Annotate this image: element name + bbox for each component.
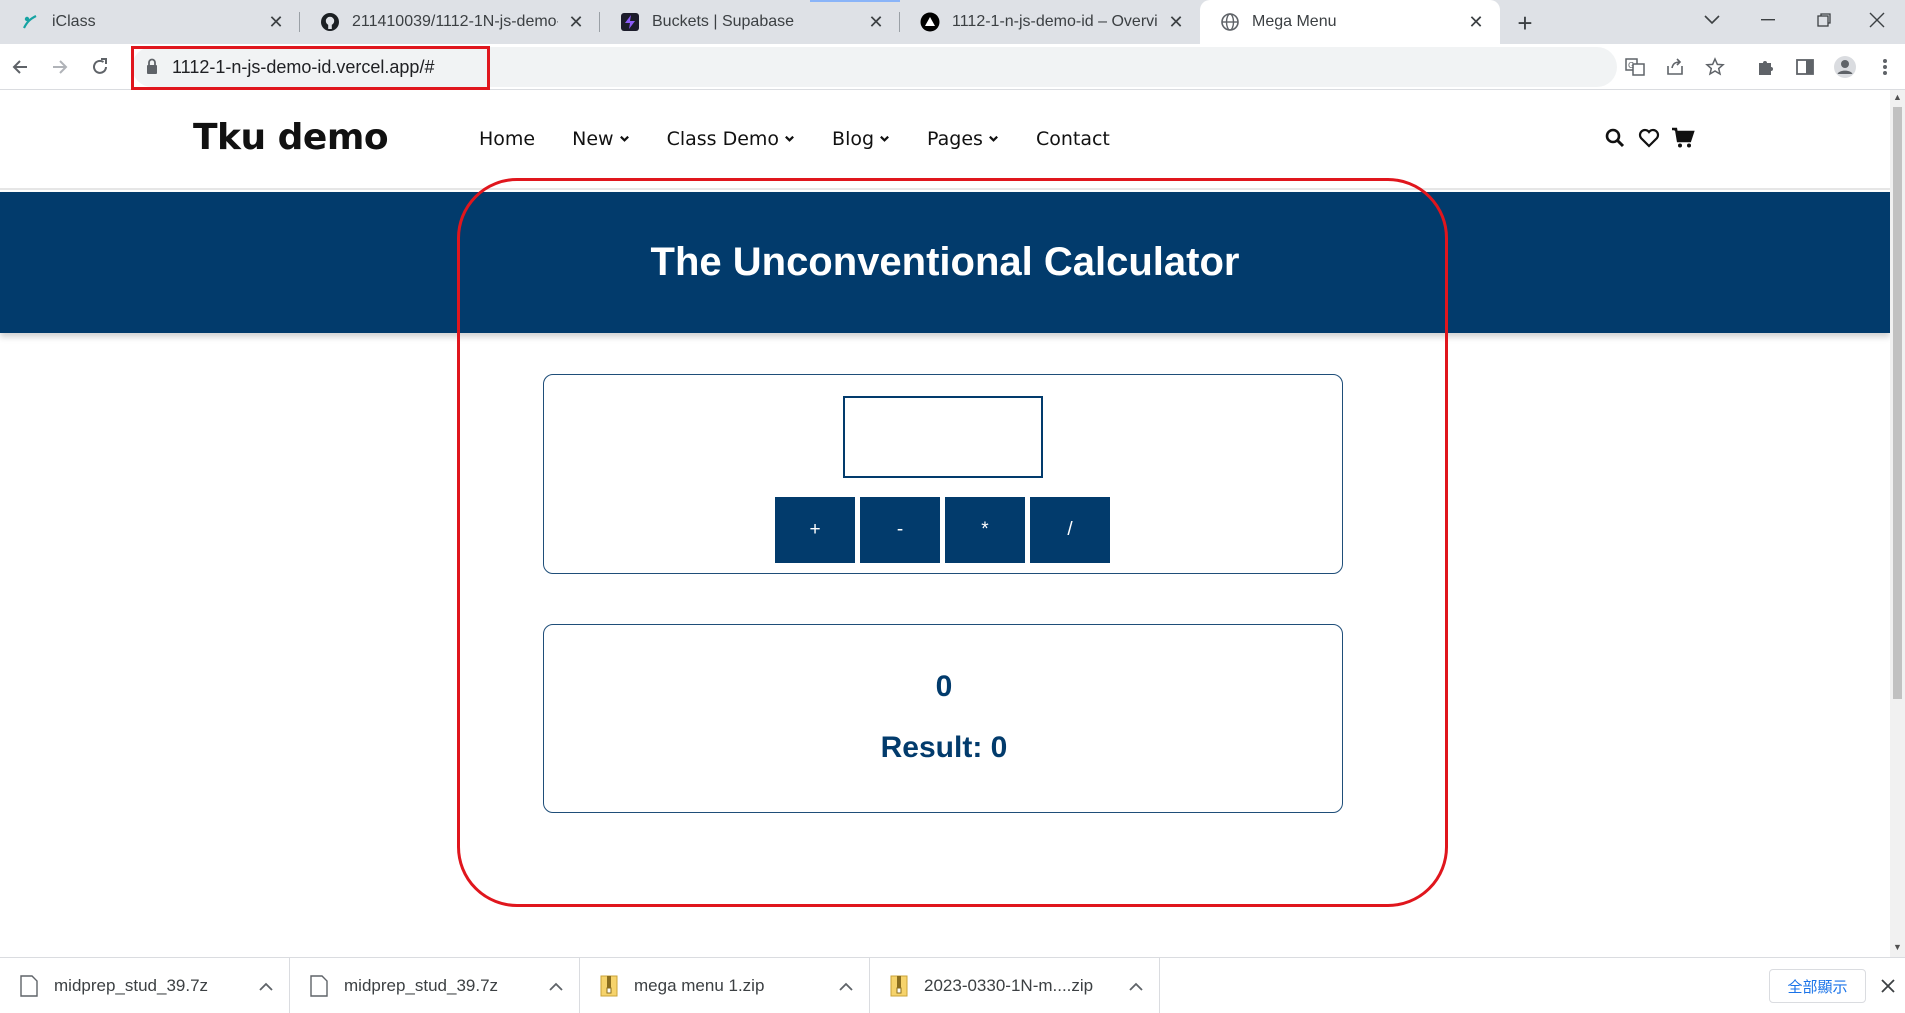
heart-icon[interactable] [1637,126,1661,150]
chevron-down-icon [619,135,629,142]
nav-item-blog[interactable]: Blog [832,128,890,150]
nav-label: Class Demo [666,128,780,150]
download-filename: mega menu 1.zip [634,976,765,995]
bookmark-star-icon[interactable] [1699,51,1731,83]
nav-label: Home [479,128,536,150]
close-icon[interactable]: ✕ [566,12,586,32]
restore-icon[interactable] [1796,0,1852,40]
download-shelf: midprep_stud_39.7z midprep_stud_39.7z me… [0,957,1905,1013]
tab-mega-menu[interactable]: Mega Menu ✕ [1200,0,1500,44]
download-filename: midprep_stud_39.7z [344,976,499,995]
github-icon [320,12,340,32]
nav-item-contact[interactable]: Contact [1036,128,1110,150]
browser-tab-strip: iClass ✕ 211410039/1112-1N-js-demo- ✕ Bu… [0,0,1905,44]
download-item[interactable]: 2023-0330-1N-m....zip [870,958,1160,1013]
header-icons [1603,126,1695,150]
download-filename: midprep_stud_39.7z [54,976,209,995]
tab-title: Buckets | Supabase [652,13,795,30]
nav-item-new[interactable]: New [572,128,629,150]
vercel-icon [920,12,940,32]
show-all-downloads-button[interactable]: 全部顯示 [1769,969,1866,1003]
scroll-down-icon[interactable]: ▼ [1893,943,1902,952]
reload-icon[interactable] [84,51,116,83]
chevron-up-icon[interactable] [547,977,565,995]
file-icon [310,975,328,997]
url-annotation-box [131,46,490,90]
tab-title: 1112-1-n-js-demo-id – Overvie [952,13,1158,30]
close-icon[interactable]: ✕ [1166,12,1186,32]
nav-label: Pages [927,128,983,150]
side-panel-icon[interactable] [1789,51,1821,83]
zip-file-icon [600,975,618,997]
extensions-icon[interactable] [1749,51,1781,83]
chevron-down-icon [989,135,998,142]
minimize-icon[interactable] [1740,0,1796,40]
cart-icon[interactable] [1671,126,1695,150]
zip-file-icon [890,975,908,997]
svg-text:G: G [1628,61,1634,70]
close-icon[interactable]: ✕ [1466,12,1486,32]
scrollbar-thumb[interactable] [1893,107,1902,699]
calculator-annotation-box [457,178,1448,907]
chevron-down-icon [785,135,794,142]
globe-icon [1220,12,1240,32]
chevron-down-icon [880,135,889,142]
translate-icon[interactable]: G [1619,51,1651,83]
tab-iclass[interactable]: iClass ✕ [0,0,300,44]
file-icon [20,975,38,997]
site-header: Tku demo Home New Class Demo Blog Pages [0,90,1890,190]
tab-search-icon[interactable] [1684,0,1740,40]
iclass-icon [20,12,40,32]
download-item[interactable]: midprep_stud_39.7z [0,958,290,1013]
main-nav: Home New Class Demo Blog Pages Contact [479,128,1147,150]
nav-item-class-demo[interactable]: Class Demo [667,128,795,150]
share-icon[interactable] [1659,51,1691,83]
browser-menu-icon[interactable] [1869,51,1901,83]
tab-title: 211410039/1112-1N-js-demo- [352,13,558,30]
nav-item-pages[interactable]: Pages [927,128,999,150]
window-close-icon[interactable] [1849,0,1905,40]
chevron-up-icon[interactable] [257,977,275,995]
close-icon[interactable] [1877,975,1899,997]
tab-title: Mega Menu [1252,13,1337,30]
nav-item-home[interactable]: Home [479,128,535,150]
search-icon[interactable] [1603,126,1627,150]
scroll-up-icon[interactable]: ▲ [1893,93,1902,102]
page-scrollbar[interactable]: ▲ ▼ [1890,90,1905,957]
chevron-up-icon[interactable] [837,977,855,995]
nav-label: Blog [832,128,875,150]
close-icon[interactable]: ✕ [866,12,886,32]
chevron-up-icon[interactable] [1127,977,1145,995]
profile-avatar-icon[interactable] [1829,51,1861,83]
tab-title: iClass [52,13,96,30]
tab-vercel[interactable]: 1112-1-n-js-demo-id – Overvie ✕ [900,0,1200,44]
new-tab-button[interactable]: + [1510,8,1540,38]
nav-label: Contact [1035,128,1110,150]
supabase-icon [620,12,640,32]
close-icon[interactable]: ✕ [266,12,286,32]
forward-icon[interactable] [44,51,76,83]
nav-label: New [572,128,614,150]
download-item[interactable]: mega menu 1.zip [580,958,870,1013]
download-filename: 2023-0330-1N-m....zip [924,976,1094,995]
tab-github[interactable]: 211410039/1112-1N-js-demo- ✕ [300,0,600,44]
site-logo[interactable]: Tku demo [193,117,389,158]
tab-loading-indicator [810,0,900,2]
back-icon[interactable] [4,51,36,83]
download-item[interactable]: midprep_stud_39.7z [290,958,580,1013]
tab-supabase[interactable]: Buckets | Supabase ✕ [600,0,900,44]
